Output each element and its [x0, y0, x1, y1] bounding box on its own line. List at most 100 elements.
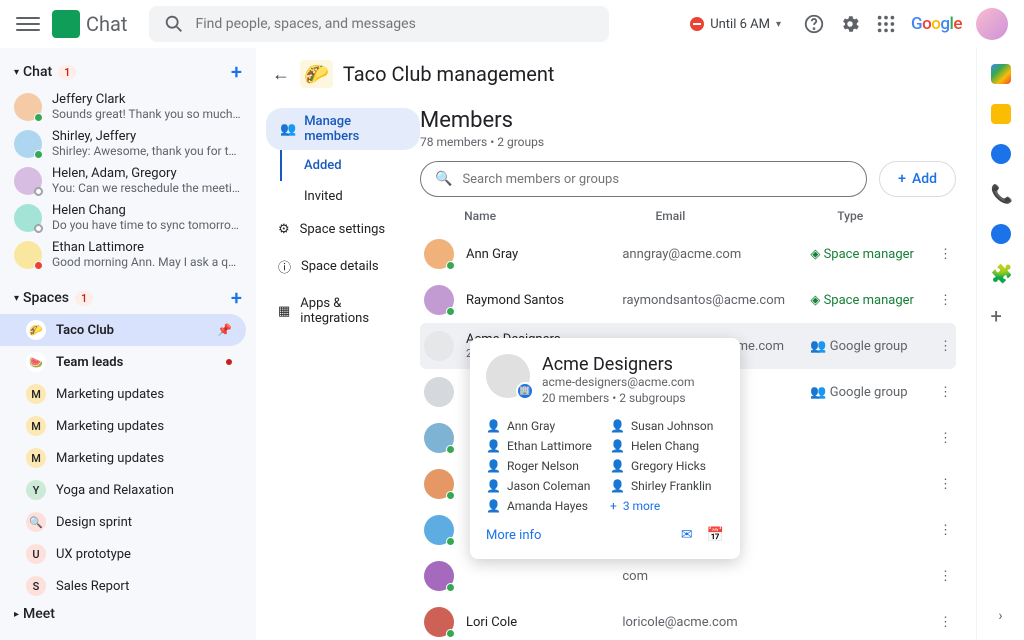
- member-row[interactable]: Lori Cole loricole@acme.com ⋮: [420, 599, 956, 640]
- new-chat-button[interactable]: +: [231, 60, 242, 84]
- avatar: [14, 241, 42, 269]
- row-menu-icon[interactable]: ⋮: [939, 477, 952, 492]
- meet-section-header[interactable]: ▸ Meet: [0, 602, 256, 632]
- app-logo[interactable]: Chat: [52, 10, 127, 38]
- calendar-icon[interactable]: 📅: [707, 527, 724, 543]
- space-icon: M: [26, 384, 46, 404]
- dm-item[interactable]: Helen, Adam, GregoryYou: Can we reschedu…: [0, 162, 256, 199]
- collapse-rail-icon[interactable]: ›: [998, 608, 1002, 624]
- space-item[interactable]: 🌮 Taco Club 📌: [0, 314, 246, 346]
- dm-name: Helen, Adam, Gregory: [52, 166, 242, 181]
- space-item[interactable]: 🍉 Team leads: [0, 346, 246, 378]
- dm-name: Helen Chang: [52, 203, 242, 218]
- apps-icon[interactable]: [875, 13, 897, 35]
- space-item[interactable]: 🔍 Design sprint: [0, 506, 246, 538]
- apps-link[interactable]: ▦Apps & integrations: [266, 286, 420, 336]
- global-search[interactable]: [149, 6, 609, 42]
- members-search-input[interactable]: [462, 172, 852, 187]
- meet-section-label: Meet: [23, 606, 55, 622]
- chat-section-header[interactable]: ▾ Chat 1 +: [0, 56, 256, 88]
- dnd-icon: [690, 17, 704, 31]
- space-details-link[interactable]: ⓘSpace details: [266, 247, 420, 286]
- chat-logo-icon: [52, 10, 80, 38]
- spaces-section-header[interactable]: ▾ Spaces 1 +: [0, 282, 256, 314]
- space-settings-link[interactable]: ⚙Space settings: [266, 212, 420, 247]
- row-menu-icon[interactable]: ⋮: [939, 247, 952, 262]
- new-space-button[interactable]: +: [231, 286, 242, 310]
- person-icon: 👤: [486, 499, 501, 513]
- row-menu-icon[interactable]: ⋮: [939, 431, 952, 446]
- space-icon: M: [26, 416, 46, 436]
- add-member-button[interactable]: + Add: [879, 161, 956, 197]
- dm-item[interactable]: Amy AndersonThank you so much. See you t…: [0, 273, 256, 274]
- member-avatar: [424, 607, 454, 637]
- row-menu-icon[interactable]: ⋮: [939, 569, 952, 584]
- email-icon[interactable]: ✉: [681, 527, 693, 543]
- back-icon[interactable]: ←: [272, 64, 290, 85]
- search-icon: [163, 13, 185, 35]
- member-type: ◈ Space manager: [810, 293, 939, 308]
- members-search[interactable]: 🔍: [420, 161, 867, 197]
- members-title: Members: [420, 108, 956, 133]
- google-logo: Google: [911, 14, 962, 34]
- space-icon: M: [26, 448, 46, 468]
- added-tab[interactable]: Added: [280, 150, 420, 181]
- search-icon: 🔍: [435, 171, 452, 187]
- space-item[interactable]: M Marketing updates: [0, 378, 246, 410]
- space-item[interactable]: M Marketing updates: [0, 442, 246, 474]
- menu-icon[interactable]: [16, 12, 40, 36]
- row-menu-icon[interactable]: ⋮: [939, 293, 952, 308]
- row-menu-icon[interactable]: ⋮: [939, 385, 952, 400]
- member-row[interactable]: Raymond Santos raymondsantos@acme.com ◈ …: [420, 277, 956, 323]
- person-icon: 👤: [486, 479, 501, 493]
- dm-item[interactable]: Ethan LattimoreGood morning Ann. May I a…: [0, 236, 256, 273]
- member-avatar: [424, 469, 454, 499]
- member-avatar: [424, 285, 454, 315]
- side-panel-rail: 📞 🧩 + ›: [976, 48, 1024, 640]
- help-icon[interactable]: [803, 13, 825, 35]
- gear-icon: ⚙: [278, 222, 290, 237]
- extension-rail-icon[interactable]: 🧩: [991, 264, 1011, 284]
- calendar-rail-icon[interactable]: [991, 64, 1011, 84]
- col-email: Email: [655, 209, 837, 223]
- search-input[interactable]: [195, 16, 595, 32]
- space-item[interactable]: S Sales Report: [0, 570, 246, 602]
- row-menu-icon[interactable]: ⋮: [939, 615, 952, 630]
- settings-icon[interactable]: [839, 13, 861, 35]
- space-emoji: 🌮: [300, 60, 333, 88]
- dm-item[interactable]: Helen ChangDo you have time to sync tomo…: [0, 199, 256, 236]
- hovercard-member: 👤Jason Coleman: [486, 479, 600, 493]
- chat-section-label: Chat: [23, 64, 52, 80]
- manage-members-tab[interactable]: 👥 Manage members: [266, 108, 420, 150]
- keep-rail-icon[interactable]: [991, 104, 1011, 124]
- chevron-right-icon: ▸: [14, 609, 19, 620]
- tasks-rail-icon[interactable]: [991, 144, 1011, 164]
- more-info-link[interactable]: More info: [486, 528, 541, 543]
- dnd-status-pill[interactable]: Until 6 AM ▾: [690, 17, 781, 32]
- person-icon: 👤: [610, 439, 625, 453]
- dm-item[interactable]: Jeffery ClarkSounds great! Thank you so …: [0, 88, 256, 125]
- space-item[interactable]: Y Yoga and Relaxation: [0, 474, 246, 506]
- space-icon: 🔍: [26, 512, 46, 532]
- add-rail-icon[interactable]: +: [991, 304, 1011, 324]
- dm-name: Shirley, Jeffery: [52, 129, 242, 144]
- account-avatar[interactable]: [976, 8, 1008, 40]
- phone-rail-icon[interactable]: 📞: [991, 184, 1011, 204]
- person-icon: 👤: [610, 419, 625, 433]
- dnd-label: Until 6 AM: [710, 17, 770, 32]
- invited-tab[interactable]: Invited: [280, 181, 420, 212]
- space-item[interactable]: U UX prototype: [0, 538, 246, 570]
- hovercard-more-members[interactable]: + 3 more: [610, 499, 724, 513]
- member-email: loricole@acme.com: [622, 615, 810, 630]
- contacts-rail-icon[interactable]: [991, 224, 1011, 244]
- row-menu-icon[interactable]: ⋮: [939, 339, 952, 354]
- member-row[interactable]: Ann Gray anngray@acme.com ◈ Space manage…: [420, 231, 956, 277]
- space-item[interactable]: M Marketing updates: [0, 410, 246, 442]
- row-menu-icon[interactable]: ⋮: [939, 523, 952, 538]
- presence-indicator: [34, 224, 43, 233]
- chevron-down-icon: ▾: [14, 67, 19, 78]
- spaces-unread-badge: 1: [75, 291, 93, 306]
- member-row[interactable]: com ⋮: [420, 553, 956, 599]
- dm-item[interactable]: Shirley, JefferyShirley: Awesome, thank …: [0, 125, 256, 162]
- group-hovercard: 🏢 Acme Designers acme-designers@acme.com…: [470, 338, 740, 559]
